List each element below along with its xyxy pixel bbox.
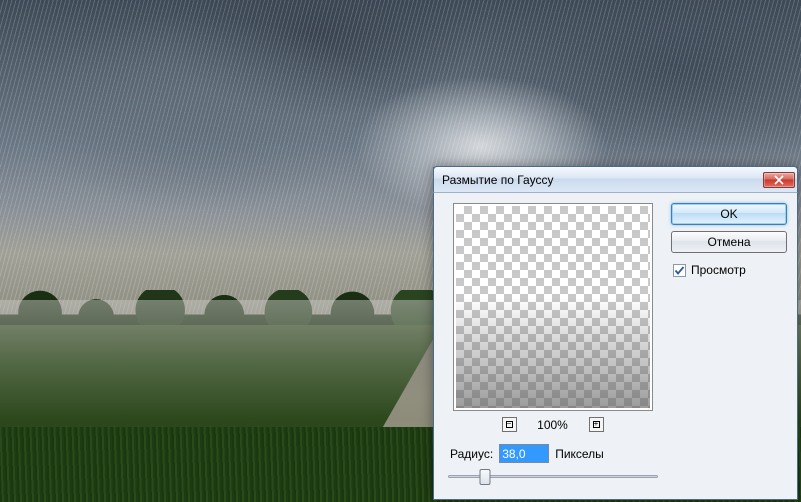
cancel-button[interactable]: Отмена: [671, 231, 787, 253]
ok-label: OK: [720, 207, 737, 221]
close-button[interactable]: [763, 172, 795, 188]
preview-area[interactable]: [453, 203, 653, 411]
check-icon: [674, 265, 685, 276]
preview-content: [456, 297, 650, 408]
radius-input[interactable]: [499, 444, 549, 463]
dialog-titlebar[interactable]: Размытие по Гауссу: [433, 166, 798, 193]
radius-slider[interactable]: [448, 467, 658, 485]
ok-button[interactable]: OK: [671, 203, 787, 225]
slider-thumb[interactable]: [480, 469, 491, 485]
preview-checkbox[interactable]: [673, 264, 686, 277]
gaussian-blur-dialog: Размытие по Гауссу − 100%: [433, 167, 798, 500]
cancel-label: Отмена: [707, 235, 750, 249]
minus-icon: −: [506, 421, 513, 428]
preview-checkbox-label: Просмотр: [691, 263, 746, 277]
radius-label: Радиус:: [450, 447, 493, 461]
zoom-in-button[interactable]: [589, 417, 604, 432]
radius-units: Пикселы: [555, 447, 604, 461]
close-icon: [774, 175, 784, 185]
zoom-out-button[interactable]: −: [502, 417, 517, 432]
preview-checkbox-row[interactable]: Просмотр: [671, 263, 787, 277]
plus-icon: [593, 421, 600, 428]
dialog-title: Размытие по Гауссу: [442, 173, 763, 187]
preview-checkerboard: [456, 206, 650, 408]
zoom-value: 100%: [531, 418, 575, 432]
